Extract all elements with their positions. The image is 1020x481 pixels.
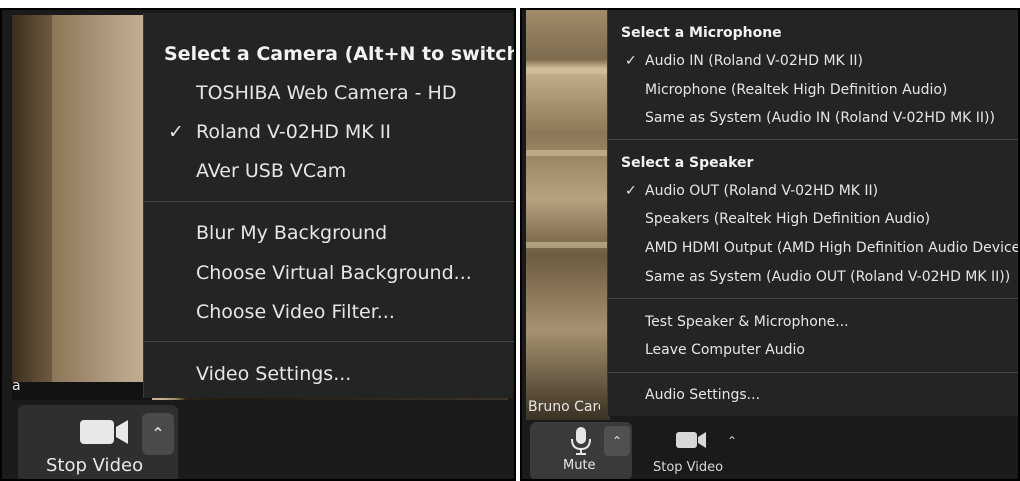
camera-menu: Select a Camera (Alt+N to switch) ✓ TOSH… xyxy=(143,13,516,398)
video-feed-bottom xyxy=(12,382,152,400)
video-camera-icon xyxy=(676,432,706,448)
stop-video-label: Stop Video xyxy=(46,455,144,476)
microphone-icon xyxy=(571,427,591,455)
video-settings-option[interactable]: Video Settings... xyxy=(196,363,351,385)
stop-video-button[interactable]: Stop Video xyxy=(647,422,732,479)
mic-option-roland[interactable]: Audio IN (Roland V-02HD MK II) xyxy=(645,53,863,69)
speaker-option-realtek[interactable]: Speakers (Realtek High Definition Audio) xyxy=(645,211,930,227)
camera-option-roland[interactable]: Roland V-02HD MK II xyxy=(196,121,391,143)
camera-option-toshiba[interactable]: TOSHIBA Web Camera - HD xyxy=(196,82,456,104)
camera-menu-header: Select a Camera (Alt+N to switch) xyxy=(164,43,516,65)
speaker-option-amd-hdmi[interactable]: AMD HDMI Output (AMD High Definition Aud… xyxy=(645,240,1018,256)
video-feed-detail xyxy=(12,15,52,400)
audio-menu: Select a Microphone ✓ Audio IN (Roland V… xyxy=(607,10,1018,416)
video-camera-icon xyxy=(80,420,128,444)
virtual-background-option[interactable]: Choose Virtual Background... xyxy=(196,262,472,284)
blur-background-option[interactable]: Blur My Background xyxy=(196,222,387,244)
video-feed-detail xyxy=(526,242,610,248)
video-filter-option[interactable]: Choose Video Filter... xyxy=(196,301,395,323)
menu-divider xyxy=(144,341,514,342)
stop-video-label: Stop Video xyxy=(653,460,724,475)
audio-menu-panel: Bruno Carc Select a Microphone ✓ Audio I… xyxy=(520,8,1020,481)
speaker-option-same-as-system[interactable]: Same as System (Audio OUT (Roland V-02HD… xyxy=(645,269,1010,285)
chevron-up-icon[interactable]: ⌃ xyxy=(142,413,174,455)
video-menu-panel: a Select a Camera (Alt+N to switch) ✓ TO… xyxy=(0,8,516,481)
mic-option-realtek[interactable]: Microphone (Realtek High Definition Audi… xyxy=(645,82,947,98)
speaker-option-roland[interactable]: Audio OUT (Roland V-02HD MK II) xyxy=(645,183,878,199)
audio-settings-option[interactable]: Audio Settings... xyxy=(645,387,760,403)
participant-name-label: Bruno Carc xyxy=(528,399,600,415)
participant-name-label: a xyxy=(12,378,21,394)
chevron-up-icon[interactable]: ⌃ xyxy=(727,434,737,448)
mic-option-same-as-system[interactable]: Same as System (Audio IN (Roland V-02HD … xyxy=(645,110,995,126)
leave-computer-audio-option[interactable]: Leave Computer Audio xyxy=(645,342,805,358)
chevron-up-icon[interactable]: ⌃ xyxy=(604,426,630,456)
camera-option-aver[interactable]: AVer USB VCam xyxy=(196,160,346,182)
test-speaker-mic-option[interactable]: Test Speaker & Microphone... xyxy=(645,314,849,330)
video-feed-detail xyxy=(526,150,610,156)
check-icon: ✓ xyxy=(625,53,637,69)
speaker-section-header: Select a Speaker xyxy=(621,155,754,171)
video-feed xyxy=(526,10,610,420)
menu-divider xyxy=(144,201,514,202)
microphone-section-header: Select a Microphone xyxy=(621,25,782,41)
check-icon: ✓ xyxy=(625,183,637,199)
menu-divider xyxy=(608,372,1018,373)
check-icon: ✓ xyxy=(168,121,184,143)
menu-divider xyxy=(608,139,1018,140)
video-feed-detail xyxy=(526,68,610,74)
menu-divider xyxy=(608,298,1018,299)
mute-label: Mute xyxy=(563,458,596,473)
